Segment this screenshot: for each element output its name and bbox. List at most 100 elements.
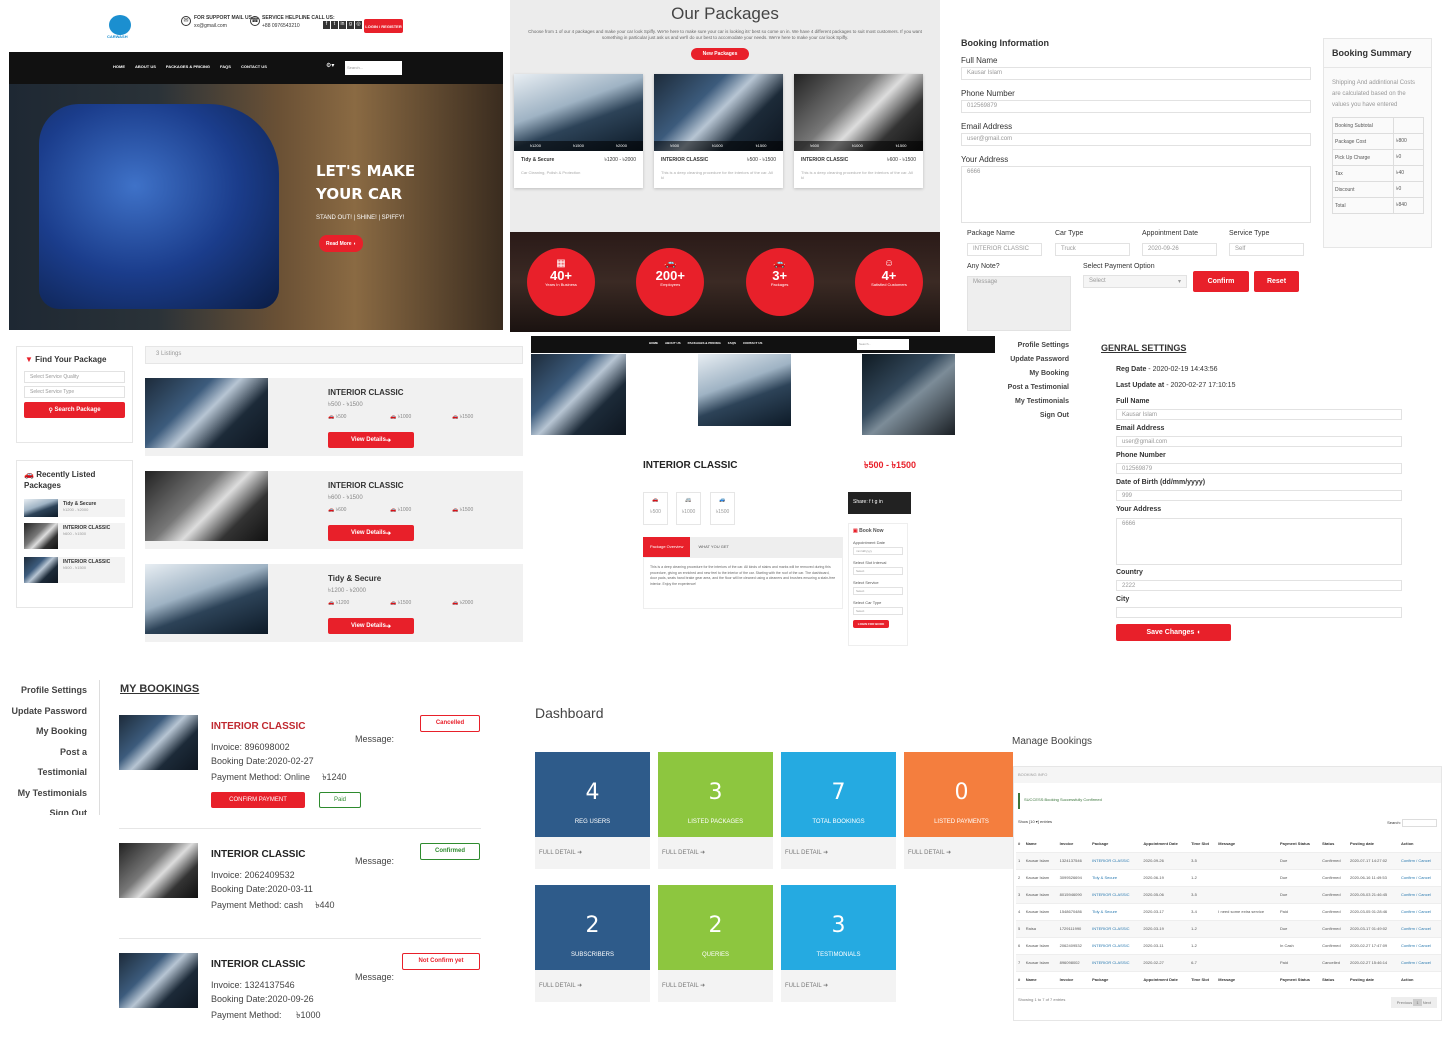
dashboard-tile[interactable]: 0 LISTED PAYMENTS FULL DETAIL ➜ xyxy=(904,752,1013,869)
settings-phone-input[interactable]: 012569879 xyxy=(1116,463,1402,474)
table-cell[interactable]: INTERIOR CLASSIC xyxy=(1090,920,1142,938)
current-page[interactable]: 1 xyxy=(1413,998,1422,1006)
login-register-button[interactable]: LOGIN / REGISTER xyxy=(364,19,403,33)
tile-footer[interactable]: FULL DETAIL ➜ xyxy=(535,970,650,1002)
package-card[interactable]: ৳500 ৳1000 ৳1500 INTERIOR CLASSIC ৳500 - ৳15… xyxy=(654,74,783,188)
next-page[interactable]: Next xyxy=(1423,1000,1431,1005)
twitter-icon[interactable]: t xyxy=(331,21,338,29)
column-header[interactable]: Name xyxy=(1023,835,1058,853)
column-header[interactable]: Payment Status xyxy=(1278,835,1321,853)
user-icon[interactable]: ⚙▾ xyxy=(326,62,338,74)
address-textarea[interactable]: 6666 xyxy=(961,166,1311,223)
nav-item-2[interactable]: PACKAGES & PRICING xyxy=(688,341,721,345)
nav-item-3[interactable]: FAQS xyxy=(220,64,231,69)
payment-option-select[interactable]: Select ▾ xyxy=(1083,275,1187,288)
entries-control[interactable]: Show [10 ▾] entries xyxy=(1018,819,1052,831)
column-header[interactable]: Time Slot xyxy=(1189,835,1217,853)
social-icons[interactable]: f t in g ◎ xyxy=(323,21,362,29)
reset-button[interactable]: Reset xyxy=(1254,271,1299,292)
service-type-input[interactable]: Self xyxy=(1229,243,1304,256)
settings-email-input[interactable]: user@gmail.com xyxy=(1116,436,1402,447)
table-cell[interactable]: Tidy & Secure xyxy=(1090,869,1142,887)
column-header[interactable]: Posting date xyxy=(1348,835,1400,853)
side-menu-1[interactable]: Update Password xyxy=(10,701,87,722)
side-menu-0[interactable]: Profile Settings xyxy=(996,339,1069,353)
car-type-input[interactable]: Truck xyxy=(1055,243,1130,256)
column-header[interactable]: Status xyxy=(1320,835,1348,853)
nav-item-2[interactable]: PACKAGES & PRICING xyxy=(166,64,210,69)
linkedin-icon[interactable]: in xyxy=(339,21,346,29)
nav-item-4[interactable]: CONTACT US xyxy=(241,64,267,69)
share-icons[interactable]: f t g in xyxy=(869,499,883,505)
select-service-select[interactable]: Select xyxy=(853,587,903,595)
logo[interactable] xyxy=(109,15,131,35)
side-menu-5[interactable]: Sign Out xyxy=(10,803,88,815)
dashboard-tile[interactable]: 7 TOTAL BOOKINGS FULL DETAIL ➜ xyxy=(781,752,896,869)
read-more-button[interactable]: Read More ◖ xyxy=(319,235,363,252)
full-detail-link[interactable]: FULL DETAIL xyxy=(785,850,821,856)
dashboard-tile[interactable]: 2 QUERIES FULL DETAIL ➜ xyxy=(658,885,773,1002)
side-menu-4[interactable]: My Testimonials xyxy=(996,395,1069,409)
table-cell[interactable]: Tidy & Secure xyxy=(1090,903,1142,921)
full-detail-link[interactable]: FULL DETAIL xyxy=(662,850,698,856)
dashboard-tile[interactable]: 2 SUBSCRIBERS FULL DETAIL ➜ xyxy=(535,885,650,1002)
email-input[interactable]: user@gmail.com xyxy=(961,133,1311,146)
service-quality-select[interactable]: Select Service Quality xyxy=(24,371,125,383)
prev-page[interactable]: Previous xyxy=(1397,1000,1413,1005)
table-cell[interactable]: INTERIOR CLASSIC xyxy=(1090,954,1142,972)
nav-item-1[interactable]: ABOUT US xyxy=(665,341,681,345)
tile-footer[interactable]: FULL DETAIL ➜ xyxy=(535,837,650,869)
table-cell[interactable]: Confirm / Cancel xyxy=(1399,852,1441,870)
facebook-icon[interactable]: f xyxy=(323,21,330,29)
table-cell[interactable]: INTERIOR CLASSIC xyxy=(1090,886,1142,904)
side-menu-2[interactable]: My Booking xyxy=(996,367,1069,381)
note-textarea[interactable]: Message xyxy=(967,276,1071,331)
side-menu-3[interactable]: Post a Testimonial xyxy=(996,381,1069,395)
dashboard-tile[interactable]: 3 LISTED PACKAGES FULL DETAIL ➜ xyxy=(658,752,773,869)
phone-input[interactable]: 012569879 xyxy=(961,100,1311,113)
table-cell[interactable]: Confirm / Cancel xyxy=(1399,920,1441,938)
recent-item[interactable]: INTERIOR CLASSIC ৳500 - ৳1500 xyxy=(24,557,125,583)
login-for-book-button[interactable]: LOGIN FOR BOOK xyxy=(853,620,889,628)
column-header[interactable]: # xyxy=(1016,835,1024,853)
nav-item-3[interactable]: FAQS xyxy=(728,341,736,345)
table-search[interactable]: Search: xyxy=(1387,819,1437,831)
settings-name-input[interactable]: Kausar Islam xyxy=(1116,409,1402,420)
dashboard-tile[interactable]: 3 TESTIMONIALS FULL DETAIL ➜ xyxy=(781,885,896,1002)
tile-footer[interactable]: FULL DETAIL ➜ xyxy=(781,837,896,869)
package-name-input[interactable]: INTERIOR CLASSIC xyxy=(967,243,1042,256)
table-cell[interactable]: INTERIOR CLASSIC xyxy=(1090,852,1142,870)
table-cell[interactable]: Confirm / Cancel xyxy=(1399,869,1441,887)
full-detail-link[interactable]: FULL DETAIL xyxy=(662,983,698,989)
dashboard-tile[interactable]: 4 REG USERS FULL DETAIL ➜ xyxy=(535,752,650,869)
appointment-date-field[interactable]: mm/dd/yyyy xyxy=(853,547,903,555)
full-detail-link[interactable]: FULL DETAIL xyxy=(785,983,821,989)
column-header[interactable]: Message xyxy=(1216,835,1278,853)
nav-item-1[interactable]: ABOUT US xyxy=(135,64,156,69)
side-menu-4[interactable]: My Testimonials xyxy=(10,783,87,804)
slot-interval-select[interactable]: Select xyxy=(853,567,903,575)
table-cell[interactable]: Confirm / Cancel xyxy=(1399,954,1441,972)
confirm-button[interactable]: Confirm xyxy=(1193,271,1249,292)
google-icon[interactable]: g xyxy=(347,21,354,29)
settings-city-input[interactable] xyxy=(1116,607,1402,618)
instagram-icon[interactable]: ◎ xyxy=(355,21,362,29)
side-menu-2[interactable]: My Booking xyxy=(10,721,87,742)
settings-country-input[interactable]: 2222 xyxy=(1116,580,1402,591)
view-details-button[interactable]: View Details ➔ xyxy=(328,618,414,634)
new-packages-badge[interactable]: New Packages xyxy=(691,48,749,60)
view-details-button[interactable]: View Details ➔ xyxy=(328,432,414,448)
service-type-select[interactable]: Select Service Type xyxy=(24,386,125,398)
column-header[interactable]: Invoice xyxy=(1057,835,1091,853)
tab-package-overview[interactable]: Package Overview xyxy=(643,537,691,557)
package-card[interactable]: ৳1200 ৳1500 ৳2000 Tidy & Secure ৳1200 - ৳200… xyxy=(514,74,643,188)
nav-search-input[interactable]: Search... xyxy=(345,61,402,75)
save-changes-button[interactable]: Save Changes ◖ xyxy=(1116,624,1231,641)
detail-search-input[interactable]: Search... xyxy=(857,339,909,350)
side-menu-3[interactable]: Post a Testimonial xyxy=(10,742,87,783)
select-car-type-select[interactable]: Select xyxy=(853,607,903,615)
tile-footer[interactable]: FULL DETAIL ➜ xyxy=(904,837,1013,869)
table-cell[interactable]: Confirm / Cancel xyxy=(1399,903,1441,921)
view-details-button[interactable]: View Details ➔ xyxy=(328,525,414,541)
column-header[interactable]: Appointment Date xyxy=(1141,835,1190,853)
